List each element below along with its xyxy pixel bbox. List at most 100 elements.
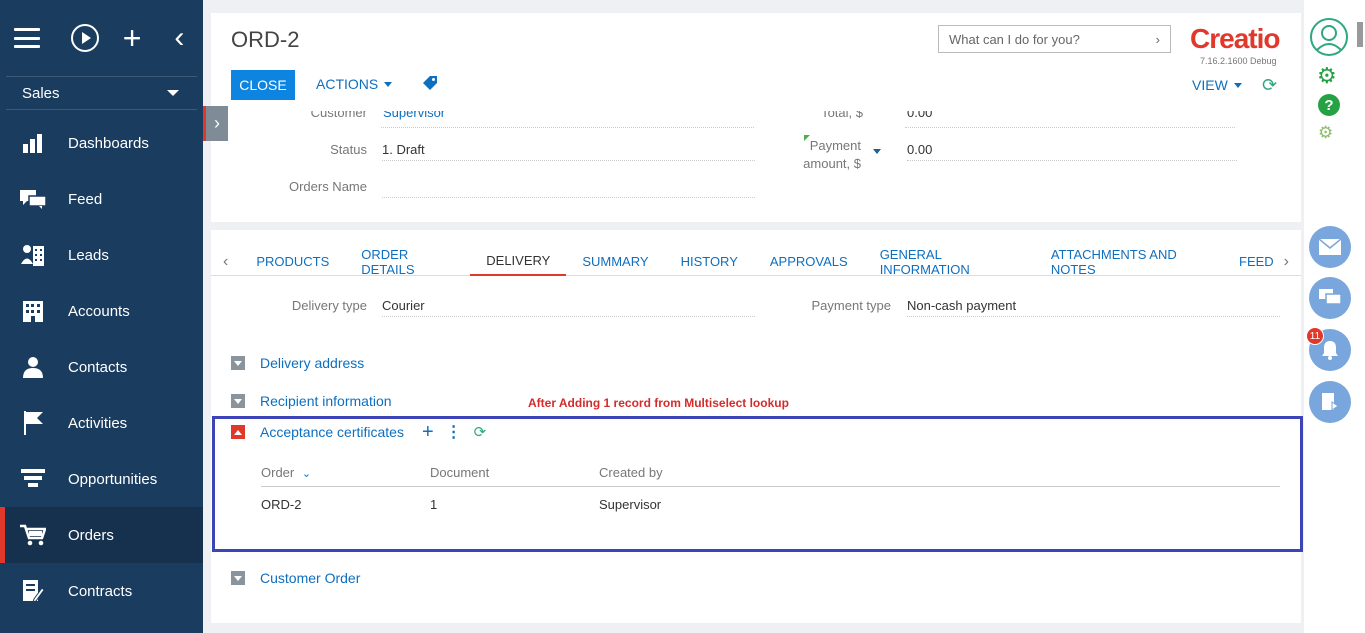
view-label: VIEW — [1192, 77, 1228, 93]
tab-products[interactable]: PRODUCTS — [240, 248, 345, 276]
view-button[interactable]: VIEW — [1192, 77, 1242, 93]
close-button[interactable]: CLOSE — [231, 70, 295, 100]
tab-general-information[interactable]: GENERAL INFORMATION — [864, 247, 1035, 277]
customer-underline — [381, 111, 754, 128]
collapse-toggle-icon[interactable] — [231, 356, 245, 370]
caret-down-icon[interactable] — [873, 149, 881, 154]
orders-name-label: Orders Name — [288, 179, 367, 194]
gear-icon[interactable]: ⚙ — [1317, 63, 1337, 89]
page-title: ORD-2 — [231, 27, 300, 52]
play-icon[interactable] — [61, 18, 108, 58]
tab-delivery[interactable]: DELIVERY — [470, 248, 567, 276]
tab-bar: ‹ PRODUCTS ORDER DETAILS DELIVERY SUMMAR… — [211, 247, 1301, 277]
workplace-label: Sales — [22, 84, 60, 102]
caret-down-icon — [384, 81, 393, 87]
payment-amount-label: Payment amount, $ — [791, 137, 861, 173]
sidebar-item-leads[interactable]: Leads — [0, 227, 203, 283]
sidebar-item-accounts[interactable]: Accounts — [0, 283, 203, 339]
building-icon — [20, 300, 46, 322]
payment-amount-label-line1: Payment — [809, 138, 861, 153]
recipient-information-section[interactable]: Recipient information — [231, 393, 392, 409]
table-row[interactable]: ORD-2 1 Supervisor — [261, 497, 1280, 515]
chat-icon[interactable] — [1309, 277, 1351, 319]
annotation-text: After Adding 1 record from Multiselect l… — [528, 396, 789, 410]
sidebar-item-label: Activities — [68, 414, 128, 432]
tab-attachments-and-notes[interactable]: ATTACHMENTS AND NOTES — [1035, 247, 1223, 277]
tab-history[interactable]: HISTORY — [665, 248, 754, 276]
sidebar-item-contracts[interactable]: Contracts — [0, 563, 203, 619]
tab-order-details[interactable]: ORDER DETAILS — [345, 247, 470, 277]
column-document[interactable]: Document — [430, 465, 489, 480]
sidebar-item-label: Contacts — [68, 358, 128, 376]
sidebar-item-label: Feed — [68, 190, 103, 208]
collapse-chevron-icon[interactable]: ‹ — [156, 18, 203, 58]
column-created-by[interactable]: Created by — [599, 465, 663, 480]
sidebar-item-activities[interactable]: Activities — [0, 395, 203, 451]
orders-name-input[interactable] — [382, 179, 755, 198]
sidebar-item-label: Contracts — [68, 582, 133, 600]
customer-field: Customer Supervisor — [271, 111, 756, 131]
record-header: ORD-2 CLOSE ACTIONS What can I do for yo… — [211, 13, 1301, 222]
email-icon[interactable] — [1309, 226, 1351, 268]
tag-icon[interactable] — [423, 76, 437, 90]
process-log-icon[interactable] — [1309, 381, 1351, 423]
add-plus-icon[interactable]: + — [109, 18, 156, 58]
sidebar-item-label: Leads — [68, 246, 109, 264]
tabs-scroll-left-icon[interactable]: ‹ — [211, 253, 240, 271]
delivery-type-label: Delivery type — [291, 298, 367, 313]
collapse-toggle-icon[interactable] — [231, 394, 245, 408]
tab-summary[interactable]: SUMMARY — [566, 248, 664, 276]
sidebar-nav: Dashboards Feed Leads Accounts Contacts — [0, 115, 203, 619]
sidebar-item-label: Opportunities — [68, 470, 158, 488]
funnel-icon — [20, 468, 46, 490]
sidebar-item-dashboards[interactable]: Dashboards — [0, 115, 203, 171]
sidebar-item-label: Accounts — [68, 302, 130, 320]
tab-approvals[interactable]: APPROVALS — [754, 248, 864, 276]
caret-down-icon — [167, 90, 179, 96]
chevron-right-icon: › — [1155, 32, 1160, 47]
payment-type-label: Payment type — [811, 298, 892, 313]
delivery-type-value[interactable]: Courier — [382, 298, 755, 317]
flag-icon — [20, 411, 46, 435]
total-label: Total, $ — [821, 111, 863, 120]
tab-feed[interactable]: FEED — [1223, 248, 1278, 276]
sidebar-item-feed[interactable]: Feed — [0, 171, 203, 227]
collapse-toggle-icon[interactable] — [231, 571, 245, 585]
cart-icon — [20, 524, 46, 546]
scrollbar-thumb[interactable] — [1357, 22, 1363, 47]
help-icon[interactable]: ? — [1318, 94, 1340, 116]
contract-pen-icon — [20, 580, 46, 603]
notification-count-badge: 11 — [1306, 327, 1324, 345]
system-designer-icon[interactable]: ⚙ — [1318, 123, 1333, 143]
payment-amount-label-line2: amount, $ — [803, 156, 861, 171]
command-search-input[interactable]: What can I do for you? › — [938, 25, 1171, 53]
lead-building-icon — [20, 244, 46, 266]
sidebar-item-orders[interactable]: Orders — [0, 507, 203, 563]
person-icon — [20, 356, 46, 378]
sidebar-item-contacts[interactable]: Contacts — [0, 339, 203, 395]
hamburger-menu-icon[interactable] — [14, 18, 61, 58]
status-value[interactable]: 1. Draft — [382, 142, 755, 161]
column-order[interactable]: Order ⌄ — [261, 465, 311, 480]
sidebar-item-label: Dashboards — [68, 134, 149, 152]
sidebar-toolbar: + ‹ — [0, 0, 203, 76]
payment-amount-value[interactable]: 0.00 — [907, 142, 1237, 161]
actions-label: ACTIONS — [316, 76, 379, 92]
customer-order-section[interactable]: Customer Order — [231, 570, 360, 586]
expand-panel-button[interactable]: › — [203, 106, 228, 141]
refresh-icon[interactable]: ⟳ — [1262, 75, 1277, 96]
section-title: Delivery address — [260, 355, 365, 371]
left-sidebar: + ‹ Sales Dashboards Feed Leads Accounts… — [0, 0, 203, 633]
version-label: 7.16.2.1600 Debug — [1200, 56, 1277, 66]
delivery-address-section[interactable]: Delivery address — [231, 355, 364, 371]
cell-document: 1 — [430, 497, 438, 512]
search-placeholder: What can I do for you? — [949, 32, 1080, 47]
sidebar-item-opportunities[interactable]: Opportunities — [0, 451, 203, 507]
tabs-scroll-right-icon[interactable]: › — [1278, 253, 1301, 271]
payment-type-value[interactable]: Non-cash payment — [907, 298, 1280, 317]
workplace-selector[interactable]: Sales — [6, 76, 197, 110]
chat-bubbles-icon — [20, 188, 46, 210]
actions-button[interactable]: ACTIONS — [316, 76, 393, 92]
sidebar-item-label: Orders — [68, 526, 114, 544]
avatar[interactable] — [1310, 18, 1348, 56]
